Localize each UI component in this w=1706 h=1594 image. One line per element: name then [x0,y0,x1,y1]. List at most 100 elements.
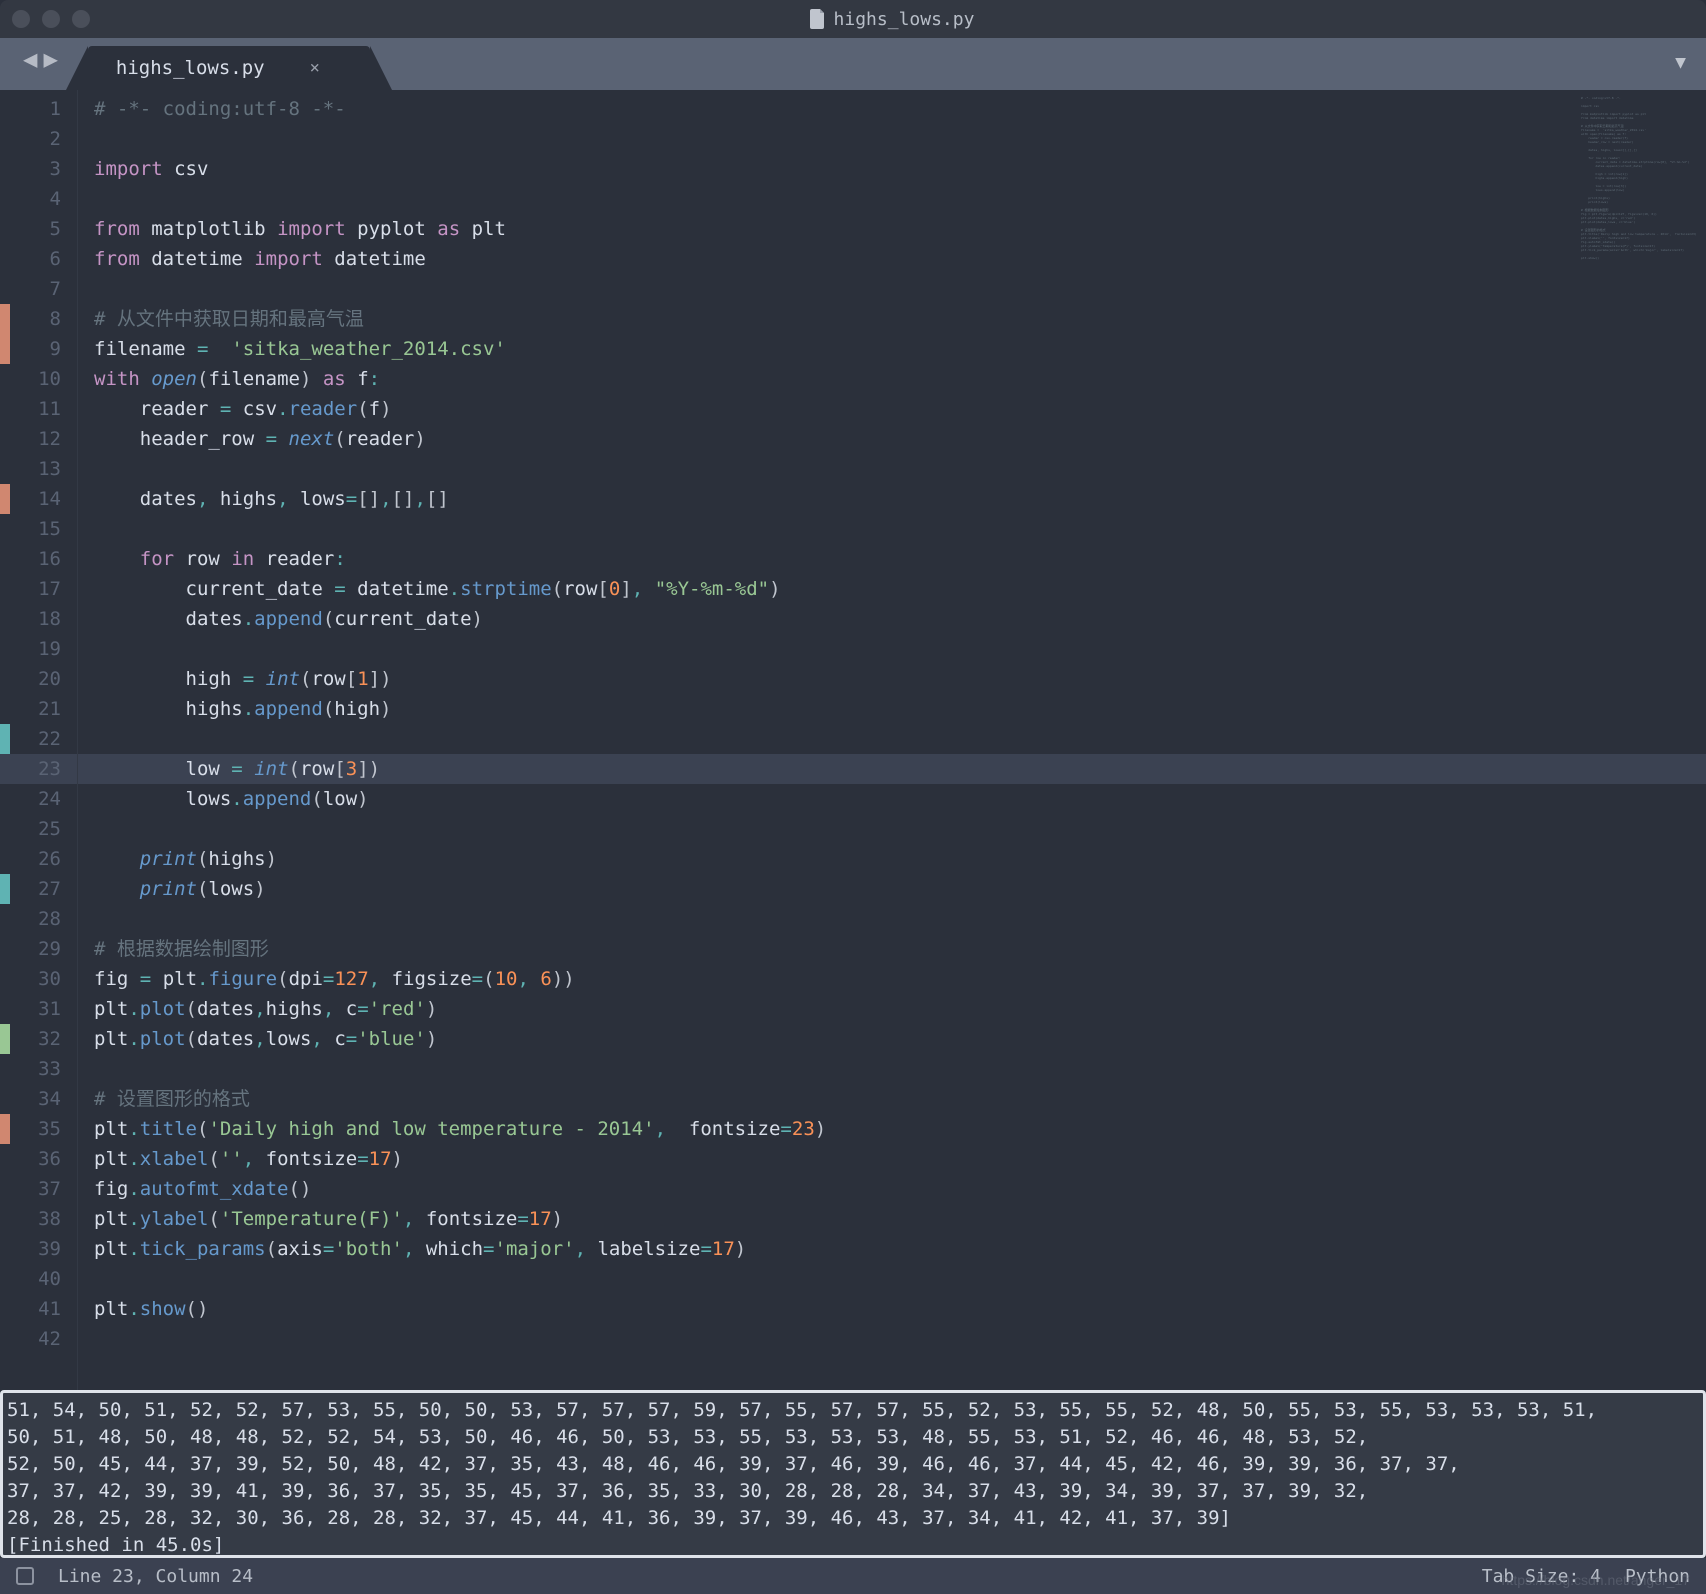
code-line[interactable]: fig = plt.figure(dpi=127, figsize=(10, 6… [94,964,1706,994]
file-icon [810,9,826,29]
line-number: 37 [0,1174,77,1204]
code-line[interactable]: # 根据数据绘制图形 [94,934,1706,964]
code-line[interactable] [94,274,1706,304]
line-number: 29 [0,934,77,964]
status-bar: Line 23, Column 24 Tab Size: 4 Python [0,1558,1706,1594]
line-number: 24 [0,784,77,814]
code-line[interactable]: dates.append(current_date) [94,604,1706,634]
code-line[interactable]: plt.xlabel('', fontsize=17) [94,1144,1706,1174]
code-line[interactable] [94,904,1706,934]
line-number: 5 [0,214,77,244]
tab-label: highs_lows.py [116,57,265,79]
tab-strip: ◀ ▶ highs_lows.py × ▼ [0,38,1706,90]
code-line[interactable]: with open(filename) as f: [94,364,1706,394]
code-line[interactable] [94,1054,1706,1084]
code-line[interactable]: from matplotlib import pyplot as plt [94,214,1706,244]
code-line[interactable] [94,124,1706,154]
line-number: 40 [0,1264,77,1294]
line-number: 42 [0,1324,77,1354]
code-line[interactable] [94,454,1706,484]
code-line[interactable]: filename = 'sitka_weather_2014.csv' [94,334,1706,364]
line-number: 3 [0,154,77,184]
line-number: 23 [0,754,77,784]
line-number: 15 [0,514,77,544]
tab-dropdown-icon[interactable]: ▼ [1675,52,1686,73]
tab-file[interactable]: highs_lows.py × [88,46,370,90]
gutter-marker [0,1024,10,1054]
code-line[interactable]: for row in reader: [94,544,1706,574]
line-number: 17 [0,574,77,604]
code-line[interactable]: low = int(row[3]) [94,754,1706,784]
line-number: 30 [0,964,77,994]
line-number: 19 [0,634,77,664]
code-line[interactable]: highs.append(high) [94,694,1706,724]
line-number: 34 [0,1084,77,1114]
code-line[interactable]: dates, highs, lows=[],[],[] [94,484,1706,514]
code-area[interactable]: # -*- coding:utf-8 -*- import csv from m… [78,90,1706,1390]
code-line[interactable]: plt.show() [94,1294,1706,1324]
code-line[interactable]: fig.autofmt_xdate() [94,1174,1706,1204]
line-number: 31 [0,994,77,1024]
code-line[interactable] [94,184,1706,214]
editor-area: 1234567891011121314151617181920212223242… [0,90,1706,1390]
line-number: 4 [0,184,77,214]
gutter: 1234567891011121314151617181920212223242… [0,90,78,1390]
nav-back-icon[interactable]: ◀ [23,45,37,73]
console-output[interactable]: 51, 54, 50, 51, 52, 52, 57, 53, 55, 50, … [0,1390,1706,1558]
status-menu-icon[interactable] [16,1567,34,1585]
code-line[interactable]: header_row = next(reader) [94,424,1706,454]
code-line[interactable]: plt.plot(dates,lows, c='blue') [94,1024,1706,1054]
line-number: 13 [0,454,77,484]
line-number: 8 [0,304,77,334]
code-line[interactable]: print(highs) [94,844,1706,874]
code-line[interactable] [94,1324,1706,1354]
line-number: 9 [0,334,77,364]
minimize-window-button[interactable] [42,10,60,28]
line-number: 16 [0,544,77,574]
code-line[interactable]: import csv [94,154,1706,184]
code-line[interactable]: # -*- coding:utf-8 -*- [94,94,1706,124]
window-title-text: highs_lows.py [834,9,975,30]
code-line[interactable]: lows.append(low) [94,784,1706,814]
code-line[interactable] [94,514,1706,544]
code-line[interactable]: # 从文件中获取日期和最高气温 [94,304,1706,334]
code-line[interactable]: plt.plot(dates,highs, c='red') [94,994,1706,1024]
line-number: 6 [0,244,77,274]
gutter-marker [0,484,10,514]
close-window-button[interactable] [12,10,30,28]
code-line[interactable] [94,634,1706,664]
nav-forward-icon[interactable]: ▶ [43,45,57,73]
code-line[interactable] [94,814,1706,844]
line-number: 32 [0,1024,77,1054]
code-line[interactable]: reader = csv.reader(f) [94,394,1706,424]
window-title: highs_lows.py [90,9,1694,30]
line-number: 11 [0,394,77,424]
line-number: 7 [0,274,77,304]
line-number: 41 [0,1294,77,1324]
code-line[interactable]: print(lows) [94,874,1706,904]
code-line[interactable]: from datetime import datetime [94,244,1706,274]
line-number: 27 [0,874,77,904]
traffic-lights [12,10,90,28]
tab-close-icon[interactable]: × [310,58,320,78]
status-cursor-position[interactable]: Line 23, Column 24 [58,1566,253,1587]
line-number: 12 [0,424,77,454]
line-number: 39 [0,1234,77,1264]
code-line[interactable]: plt.ylabel('Temperature(F)', fontsize=17… [94,1204,1706,1234]
code-line[interactable] [94,724,1706,754]
gutter-marker [0,334,10,364]
line-number: 20 [0,664,77,694]
line-number: 36 [0,1144,77,1174]
gutter-marker [0,874,10,904]
gutter-marker [0,724,10,754]
line-number: 10 [0,364,77,394]
code-line[interactable]: # 设置图形的格式 [94,1084,1706,1114]
code-line[interactable]: plt.title('Daily high and low temperatur… [94,1114,1706,1144]
line-number: 18 [0,604,77,634]
code-line[interactable]: current_date = datetime.strptime(row[0],… [94,574,1706,604]
code-line[interactable]: high = int(row[1]) [94,664,1706,694]
code-line[interactable]: plt.tick_params(axis='both', which='majo… [94,1234,1706,1264]
gutter-marker [0,304,10,334]
code-line[interactable] [94,1264,1706,1294]
maximize-window-button[interactable] [72,10,90,28]
